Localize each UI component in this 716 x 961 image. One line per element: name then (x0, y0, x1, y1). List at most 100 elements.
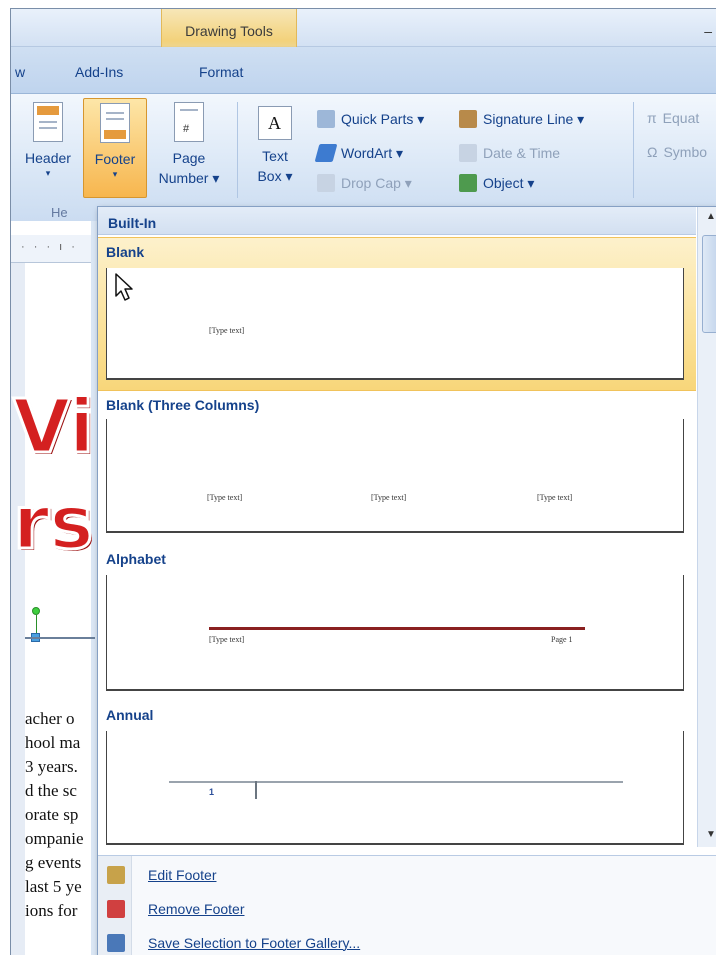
tab-view[interactable]: w (15, 64, 25, 80)
body-text-line: hool ma (25, 733, 81, 752)
footer-preview: 1 (106, 731, 684, 845)
footer-preview: [Type text] Page 1 (106, 575, 684, 691)
mouse-pointer-icon (115, 273, 133, 301)
date-time-button: Date & Time (459, 144, 560, 162)
page-number-icon: # (174, 102, 204, 142)
wordart-line: rs (11, 479, 95, 568)
scroll-down-arrow-icon[interactable]: ▼ (698, 829, 716, 840)
gallery-scrollbar[interactable]: ▲ ▼ (697, 207, 716, 847)
remove-footer-menu-item[interactable]: Remove Footer (98, 892, 716, 926)
footer-menu: Edit Footer Remove Footer Save Selection… (98, 855, 716, 955)
tab-add-ins[interactable]: Add-Ins (75, 64, 123, 80)
quick-parts-label: Quick Parts ▾ (341, 111, 425, 127)
header-icon (33, 102, 63, 142)
quick-parts-button[interactable]: Quick Parts ▾ (317, 110, 424, 128)
wordart-text[interactable]: Vi rs (11, 379, 95, 571)
body-text-line: acher o (25, 709, 75, 728)
object-button[interactable]: Object ▾ (459, 174, 534, 192)
text-box-button[interactable]: A Text Box ▾ (247, 106, 303, 186)
wordart-icon (314, 144, 338, 162)
group-separator (237, 102, 238, 198)
footer-button[interactable]: Footer ▾ (83, 98, 147, 198)
rotation-handle-stem (36, 615, 37, 633)
save-to-gallery-icon (107, 934, 125, 952)
save-selection-label: Save Selection to Footer Gallery... (148, 935, 361, 951)
footer-rule (169, 781, 623, 783)
header-button-label: Header (25, 150, 71, 166)
page-number-text: 1 (209, 787, 215, 797)
save-selection-menu-item[interactable]: Save Selection to Footer Gallery... (98, 926, 716, 955)
gallery-item-title: Alphabet (106, 551, 166, 567)
gallery-item-title: Blank (Three Columns) (106, 397, 260, 413)
footer-gallery-dropdown: Built-In ▲ ▼ Blank [Type text] Blank (Th… (97, 206, 716, 955)
placeholder-text: [Type text] (209, 326, 245, 335)
rotation-handle[interactable] (32, 607, 40, 615)
gallery-item-blank-three-columns[interactable]: Blank (Three Columns) [Type text] [Type … (98, 393, 696, 547)
date-time-label: Date & Time (483, 145, 561, 161)
page-number-label-2: Number ▾ (158, 170, 220, 186)
footer-preview: [Type text] [Type text] [Type text] (106, 419, 684, 533)
object-label: Object ▾ (483, 175, 535, 191)
body-text-line: ompanie (25, 829, 84, 848)
body-text-line: orate sp (25, 805, 79, 824)
footer-icon (100, 103, 130, 143)
wordart-label: WordArt ▾ (341, 145, 404, 161)
drawing-tools-label: Drawing Tools (185, 23, 273, 39)
page-number-label-1: Page (172, 150, 206, 166)
gallery-item-annual[interactable]: Annual 1 (98, 701, 696, 851)
tab-format[interactable]: Format (199, 64, 243, 80)
gallery-item-blank[interactable]: Blank [Type text] (98, 237, 696, 391)
equation-label: Equat (662, 110, 700, 126)
edit-footer-menu-item[interactable]: Edit Footer (98, 858, 716, 892)
edit-footer-icon (107, 866, 125, 884)
left-margin-bar (11, 263, 25, 955)
wordart-button[interactable]: WordArt ▾ (314, 144, 404, 162)
remove-footer-label: Remove Footer (148, 901, 245, 917)
gallery-item-alphabet[interactable]: Alphabet [Type text] Page 1 (98, 547, 696, 701)
symbol-label: Symbo (663, 144, 708, 160)
footer-button-label: Footer (94, 151, 136, 167)
object-icon (459, 174, 477, 192)
signature-line-button[interactable]: Signature Line ▾ (459, 110, 584, 128)
drop-cap-icon (317, 174, 335, 192)
body-text-line: d the sc (25, 781, 77, 800)
gallery-item-title: Blank (106, 244, 145, 260)
edit-footer-label: Edit Footer (148, 867, 217, 883)
wordart-line: Vi (11, 383, 95, 472)
minimize-button[interactable]: – (704, 23, 712, 39)
horizontal-ruler: · · · ı · (11, 235, 91, 263)
footer-divider (255, 781, 257, 799)
drop-cap-label: Drop Cap ▾ (341, 175, 412, 191)
scroll-up-arrow-icon[interactable]: ▲ (698, 211, 716, 222)
word-window: Drawing Tools – w Add-Ins Format Header … (10, 8, 716, 955)
header-dropdown-arrow: ▾ (45, 168, 51, 178)
placeholder-text: [Type text] (209, 635, 245, 644)
equation-button: π Equat (647, 110, 699, 126)
body-text-line: ions for (25, 901, 78, 920)
title-strip (11, 9, 716, 47)
placeholder-text: [Type text] (537, 493, 573, 502)
built-in-heading: Built-In (108, 215, 157, 231)
date-time-icon (459, 144, 477, 162)
signature-line-icon (459, 110, 477, 128)
pi-icon: π (647, 110, 657, 126)
text-box-icon: A (258, 106, 292, 140)
header-button[interactable]: Header ▾ (17, 102, 79, 178)
body-text-line: last 5 ye (25, 877, 82, 896)
omega-icon: Ω (647, 144, 658, 160)
symbol-button: Ω Symbo (647, 144, 707, 160)
footer-dropdown-arrow: ▾ (112, 169, 118, 179)
scroll-thumb[interactable] (702, 235, 716, 333)
footer-preview: [Type text] (106, 268, 684, 380)
body-text-line: 3 years. (25, 757, 78, 776)
shape-border-line (25, 637, 95, 639)
placeholder-text: [Type text] (207, 493, 243, 502)
body-text-line: g events (25, 853, 82, 872)
page-number-button[interactable]: # Page Number ▾ (151, 102, 227, 188)
placeholder-text: [Type text] (371, 493, 407, 502)
header-footer-group-label: He (51, 205, 68, 220)
remove-footer-icon (107, 900, 125, 918)
group-separator (633, 102, 634, 198)
page-number-text: Page 1 (551, 635, 573, 644)
text-box-label-2: Box ▾ (257, 168, 293, 184)
